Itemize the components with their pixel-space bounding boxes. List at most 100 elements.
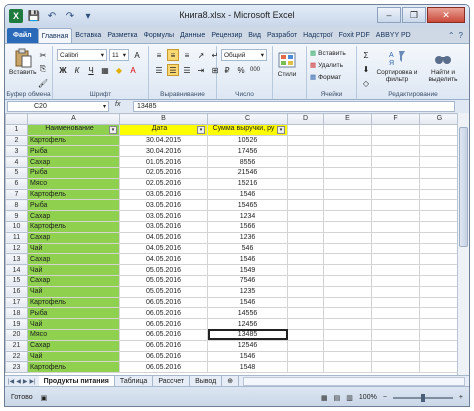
align-top-icon[interactable]: ≡ <box>153 49 165 61</box>
cell[interactable] <box>419 210 460 222</box>
tab-review[interactable]: Рецензир <box>208 28 245 43</box>
next-sheet-icon[interactable]: ▶ <box>23 378 28 385</box>
cell-date[interactable]: 30.04.2016 <box>119 145 208 158</box>
column-header-f[interactable]: F <box>371 113 420 125</box>
tab-foxit-pdf[interactable]: Foxit PDF <box>336 28 373 43</box>
cell[interactable] <box>323 145 372 158</box>
cell[interactable] <box>323 253 372 266</box>
format-painter-icon[interactable]: 🖌 <box>37 77 49 89</box>
minimize-button[interactable]: – <box>377 7 401 23</box>
cell[interactable] <box>287 123 324 136</box>
cell[interactable] <box>323 210 372 222</box>
cell[interactable] <box>287 188 324 201</box>
orientation-icon[interactable]: ↗ <box>195 49 207 61</box>
cell[interactable] <box>323 339 372 352</box>
cell-date[interactable]: 05.05.2016 <box>119 264 208 276</box>
cut-icon[interactable]: ✂ <box>37 49 49 61</box>
row-header[interactable]: 4 <box>5 156 28 168</box>
filter-dropdown-icon[interactable]: ▾ <box>197 126 205 135</box>
tab-formulas[interactable]: Формулы <box>141 28 177 43</box>
row-header[interactable]: 21 <box>5 339 28 352</box>
cell[interactable] <box>371 274 420 287</box>
cell-date[interactable]: 06.05.2016 <box>119 318 208 330</box>
cell[interactable] <box>371 134 420 147</box>
cell[interactable] <box>419 339 460 352</box>
cell[interactable] <box>287 285 324 298</box>
row-header[interactable]: 5 <box>5 166 28 179</box>
cell[interactable] <box>287 339 324 352</box>
cell-revenue[interactable]: 1549 <box>207 264 288 276</box>
row-header[interactable]: 17 <box>5 296 28 309</box>
cell-name[interactable]: Картофель <box>27 361 120 374</box>
cell[interactable] <box>371 220 420 233</box>
percent-button[interactable]: % <box>235 64 247 76</box>
row-header[interactable]: 14 <box>5 264 28 276</box>
cell-name[interactable]: Картофель <box>27 188 120 201</box>
cell-name[interactable]: Сахар <box>27 274 120 287</box>
cell-revenue[interactable]: 1546 <box>207 296 288 309</box>
page-break-view-icon[interactable]: ▥ <box>346 394 353 402</box>
cell-date[interactable]: 03.05.2016 <box>119 199 208 212</box>
column-header-c[interactable]: C <box>207 113 288 125</box>
row-header[interactable]: 20 <box>5 328 28 341</box>
row-header[interactable]: 6 <box>5 177 28 190</box>
cell[interactable] <box>419 220 460 233</box>
row-header[interactable]: 2 <box>5 134 28 147</box>
tab-view[interactable]: Вид <box>245 28 264 43</box>
cell[interactable] <box>287 350 324 363</box>
cell-date[interactable]: 03.05.2016 <box>119 210 208 222</box>
cell-revenue[interactable]: 12546 <box>207 339 288 352</box>
cell-date[interactable]: 04.05.2016 <box>119 231 208 244</box>
cell[interactable] <box>419 307 460 320</box>
cell[interactable] <box>287 328 324 341</box>
cell[interactable] <box>323 220 372 233</box>
sort-filter-button[interactable]: А Я Сортировка и фильтр <box>375 48 419 83</box>
autosum-button[interactable]: Σ <box>360 49 372 61</box>
header-cell-date[interactable]: Дата ▾ <box>119 123 208 136</box>
cell[interactable] <box>323 199 372 212</box>
column-header-b[interactable]: B <box>119 113 208 125</box>
macro-record-icon[interactable]: ▣ <box>41 394 48 402</box>
cell-revenue[interactable]: 7546 <box>207 274 288 287</box>
row-header[interactable]: 9 <box>5 210 28 222</box>
cell[interactable] <box>323 242 372 255</box>
cell[interactable] <box>287 318 324 330</box>
cell[interactable] <box>371 123 420 136</box>
column-header-e[interactable]: E <box>323 113 372 125</box>
horizontal-scrollbar[interactable] <box>243 376 465 386</box>
cell[interactable] <box>323 318 372 330</box>
row-header[interactable]: 12 <box>5 242 28 255</box>
align-right-icon[interactable]: ☰ <box>181 64 193 76</box>
cell[interactable] <box>419 361 460 374</box>
cell[interactable] <box>371 307 420 320</box>
cell[interactable] <box>419 296 460 309</box>
cell-name[interactable]: Мясо <box>27 177 120 190</box>
cell-date[interactable]: 06.05.2016 <box>119 350 208 363</box>
cell-revenue[interactable]: 1548 <box>207 361 288 374</box>
currency-icon[interactable]: ₽ <box>221 64 233 76</box>
cell-name[interactable]: Чай <box>27 264 120 276</box>
cell[interactable] <box>419 156 460 168</box>
bold-button[interactable]: Ж <box>57 64 69 76</box>
close-button[interactable]: ✕ <box>427 7 465 23</box>
cell-name[interactable]: Мясо <box>27 328 120 341</box>
fill-icon[interactable]: ⬇ <box>360 63 372 75</box>
cell[interactable] <box>287 361 324 374</box>
font-color-icon[interactable]: A <box>127 64 139 76</box>
cell[interactable] <box>287 145 324 158</box>
row-header[interactable]: 22 <box>5 350 28 363</box>
cell[interactable] <box>371 296 420 309</box>
cell[interactable] <box>371 253 420 266</box>
cell[interactable] <box>287 220 324 233</box>
help-icon[interactable]: ? <box>459 31 463 40</box>
row-header[interactable]: 23 <box>5 361 28 374</box>
tab-addins[interactable]: Надстрої <box>300 28 335 43</box>
tab-file[interactable]: Файл <box>7 28 38 43</box>
row-header[interactable]: 11 <box>5 231 28 244</box>
align-bottom-icon[interactable]: ≡ <box>181 49 193 61</box>
cell[interactable] <box>419 285 460 298</box>
cell[interactable] <box>419 145 460 158</box>
cell-date[interactable]: 06.05.2016 <box>119 296 208 309</box>
row-header[interactable]: 19 <box>5 318 28 330</box>
cell[interactable] <box>323 134 372 147</box>
